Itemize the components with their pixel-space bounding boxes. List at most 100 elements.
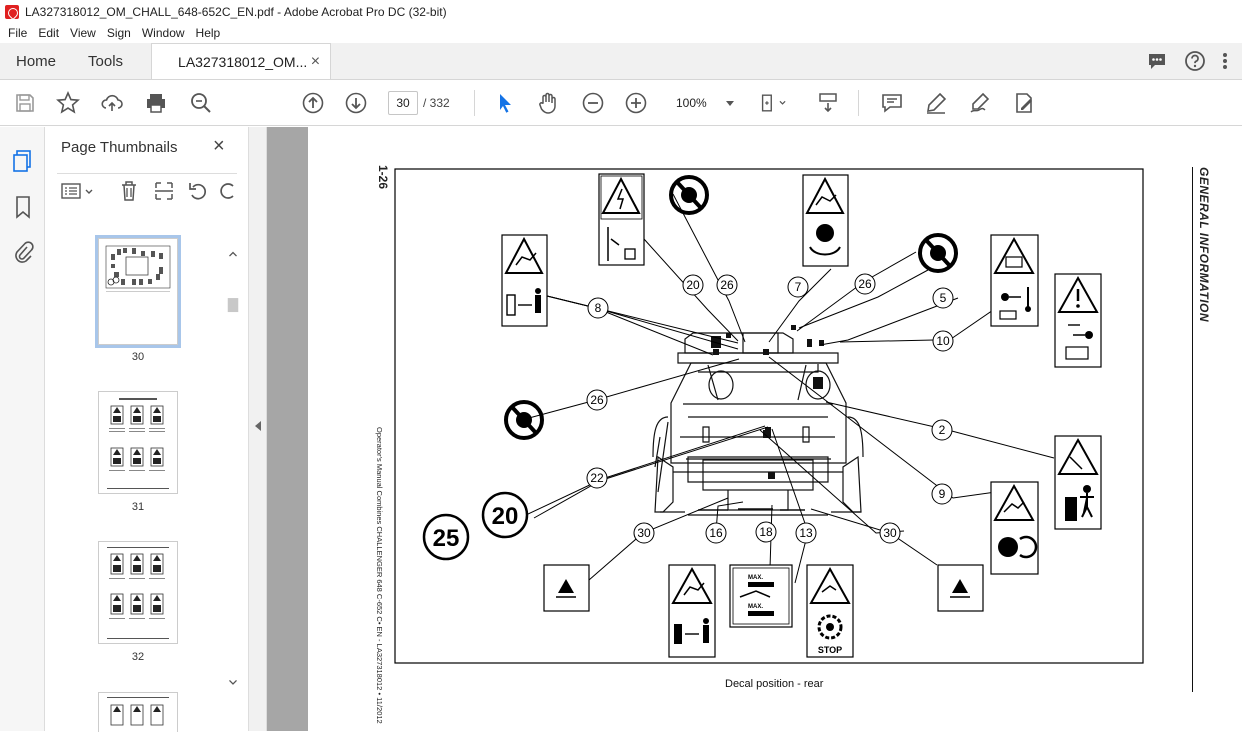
decal-lift-point	[937, 564, 984, 612]
insert-pages-icon[interactable]	[153, 180, 175, 202]
callout-number: 22	[590, 471, 604, 485]
thumbnail-label: 30	[131, 351, 145, 363]
fill-sign-button[interactable]	[1011, 90, 1037, 116]
callout-number: 26	[858, 277, 872, 291]
decal-warning-keep-distance	[668, 564, 716, 658]
draw-button[interactable]	[967, 90, 993, 116]
zoom-out-button[interactable]	[580, 90, 606, 116]
decal-warning-rotating	[990, 481, 1039, 575]
decal-label: STOP	[818, 645, 842, 655]
zoom-in-button[interactable]	[623, 90, 649, 116]
menu-help[interactable]: Help	[196, 26, 221, 40]
tab-tools[interactable]: Tools	[72, 43, 139, 79]
menu-sign[interactable]: Sign	[107, 26, 131, 40]
callout-number: 30	[883, 526, 897, 540]
menu-view[interactable]: View	[70, 26, 96, 40]
tab-bar: Home Tools LA327318012_OM... ×	[0, 43, 1242, 80]
menu-edit[interactable]: Edit	[38, 26, 59, 40]
thumbnail-preview	[105, 245, 171, 292]
panel-splitter[interactable]	[248, 127, 267, 731]
thumbnail-preview	[107, 547, 169, 639]
decal-position-diagram: 20 26 7 26 5 8 10 26 2 9 22 30 16 18 13 …	[394, 168, 1144, 664]
decal-warning-manual	[1054, 273, 1102, 368]
decal-label: MAX.	[748, 575, 763, 581]
bookmark-icon[interactable]	[13, 195, 33, 219]
callout-circles	[586, 273, 954, 544]
comment-button[interactable]	[879, 90, 905, 116]
zoom-search-icon	[191, 93, 211, 113]
page-thumbnails-icon[interactable]	[11, 149, 35, 173]
left-rail	[0, 127, 45, 731]
hand-icon	[539, 92, 556, 114]
callout-number: 16	[709, 526, 723, 540]
tab-home[interactable]: Home	[0, 43, 72, 79]
thumbnail-preview	[107, 697, 169, 726]
decal-prohibition-icon	[504, 400, 544, 440]
hand-tool-button[interactable]	[535, 90, 561, 116]
save-button[interactable]	[12, 90, 38, 116]
thumbnail-page[interactable]	[98, 391, 178, 494]
menu-bar: File Edit View Sign Window Help	[0, 23, 1242, 43]
document-margin	[267, 127, 308, 731]
upload-button[interactable]	[99, 90, 125, 116]
decal-max-load: MAX. MAX.	[729, 564, 793, 628]
previous-page-button[interactable]	[300, 90, 326, 116]
panel-title: Page Thumbnails	[61, 139, 178, 156]
toolbar-separator	[474, 90, 475, 116]
collapse-left-icon[interactable]	[253, 419, 263, 433]
large-number: 25	[433, 525, 460, 552]
thumbnail-panel: Page Thumbnails × 30 31 32	[45, 127, 248, 732]
zoom-value: 100%	[676, 96, 707, 110]
zoom-select[interactable]: 100%	[666, 91, 742, 115]
decal-warning-stop: STOP	[806, 564, 854, 658]
print-button[interactable]	[143, 90, 169, 116]
thumbnail-page[interactable]	[95, 235, 181, 348]
page-number-input[interactable]: 30	[388, 91, 418, 115]
pen-draw-icon	[970, 92, 990, 113]
comment-bubble-icon[interactable]	[1146, 50, 1168, 72]
rotate-right-icon[interactable]	[219, 180, 235, 202]
acrobat-logo-icon	[5, 4, 19, 19]
cloud-upload-icon	[101, 94, 123, 111]
panel-close-icon[interactable]: ×	[213, 135, 225, 158]
callout-number: 9	[939, 487, 946, 501]
page-display-button[interactable]	[760, 90, 786, 116]
callout-number: 30	[637, 526, 651, 540]
thumbnail-page[interactable]	[98, 541, 178, 644]
decal-warning-distance	[501, 234, 548, 327]
fit-page-icon	[761, 94, 786, 112]
decal-prohibition-icon	[918, 233, 958, 273]
rotate-left-icon[interactable]	[187, 180, 209, 202]
thumbnail-scrollbar[interactable]	[226, 220, 240, 720]
thumbnail-options-icon[interactable]	[61, 182, 95, 200]
toolbar	[0, 80, 1242, 126]
help-icon[interactable]	[1184, 50, 1206, 72]
thumbnail-page[interactable]	[98, 692, 178, 732]
menu-window[interactable]: Window	[142, 26, 185, 40]
window-title: LA327318012_OM_CHALL_648-652C_EN.pdf - A…	[25, 4, 447, 19]
menu-file[interactable]: File	[8, 26, 27, 40]
select-tool-button[interactable]	[492, 90, 518, 116]
highlight-button[interactable]	[923, 90, 949, 116]
decal-warning-hot	[990, 234, 1039, 327]
minus-circle-icon	[582, 92, 604, 114]
callout-number: 10	[936, 334, 950, 348]
attachment-icon[interactable]	[12, 240, 34, 264]
thumbnail-toolbar	[57, 173, 237, 203]
decal-label: MAX.	[748, 604, 763, 610]
callout-number: 18	[759, 525, 773, 539]
tab-close-icon[interactable]: ×	[311, 53, 320, 71]
find-button[interactable]	[188, 90, 214, 116]
callout-number: 8	[595, 301, 602, 315]
more-options-icon[interactable]	[1222, 50, 1228, 72]
trash-icon[interactable]	[119, 180, 139, 202]
scroll-mode-button[interactable]	[815, 90, 841, 116]
next-page-button[interactable]	[343, 90, 369, 116]
tab-document[interactable]: LA327318012_OM... ×	[151, 43, 332, 79]
decal-prohibition-icon	[669, 175, 709, 215]
save-icon	[16, 94, 34, 112]
thumbnail-preview	[107, 398, 169, 489]
callout-number: 20	[686, 278, 700, 292]
bookmark-star-button[interactable]	[55, 90, 81, 116]
decal-lift-point	[543, 564, 590, 612]
